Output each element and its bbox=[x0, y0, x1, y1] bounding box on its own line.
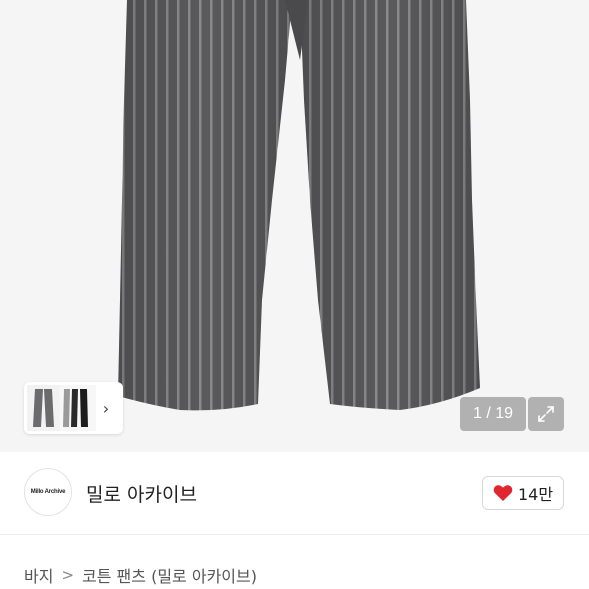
image-counter: 1 / 19 bbox=[460, 397, 526, 431]
expand-button[interactable] bbox=[528, 397, 564, 431]
breadcrumb-product[interactable]: 코튼 팬츠 (밀로 아카이브) bbox=[82, 563, 257, 587]
thumbnail-strip[interactable]: › bbox=[24, 382, 123, 434]
chevron-right-icon[interactable]: › bbox=[96, 399, 116, 418]
chevron-right-icon: > bbox=[61, 566, 75, 584]
breadcrumb: 바지 > 코튼 팬츠 (밀로 아카이브) bbox=[24, 563, 257, 587]
shop-logo-text: Millo Archive bbox=[30, 489, 66, 495]
product-image-gallery[interactable]: › 1 / 19 bbox=[0, 0, 589, 452]
thumbnail-black-pants[interactable] bbox=[60, 385, 96, 431]
shop-avatar[interactable]: Millo Archive bbox=[24, 468, 72, 516]
breadcrumb-category[interactable]: 바지 bbox=[24, 563, 53, 587]
shop-name[interactable]: 밀로 아카이브 bbox=[86, 480, 197, 507]
like-button[interactable]: 14만 bbox=[482, 476, 564, 510]
expand-icon bbox=[538, 406, 554, 422]
section-divider bbox=[0, 534, 589, 535]
heart-icon bbox=[493, 485, 513, 501]
thumbnail-gray-pants[interactable] bbox=[27, 385, 60, 431]
like-count: 14만 bbox=[517, 485, 554, 504]
